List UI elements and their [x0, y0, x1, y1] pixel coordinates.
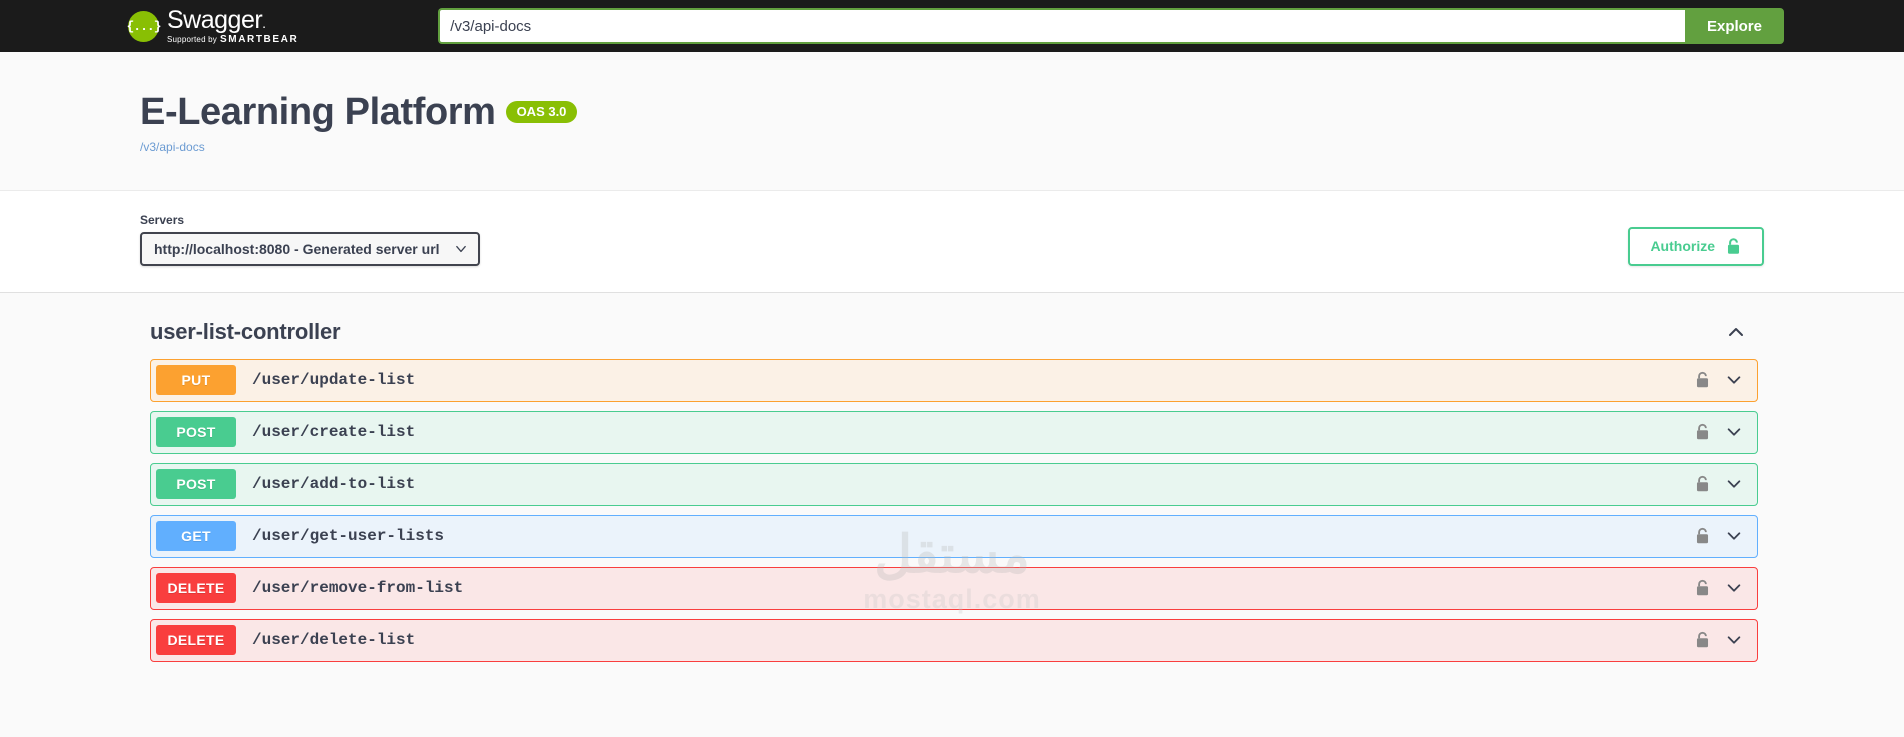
servers-label: Servers [140, 212, 185, 227]
tag-name: user-list-controller [150, 318, 341, 344]
operation-row[interactable]: DELETE /user/delete-list [150, 618, 1758, 662]
chevron-down-icon[interactable] [1725, 579, 1743, 597]
api-info-section: E-Learning Platform OAS 3.0 /v3/api-docs [0, 52, 1904, 190]
operations-section: user-list-controller PUT /user/update-li… [0, 291, 1904, 662]
smartbear-brand: SMARTBEAR [220, 33, 299, 45]
operation-path: /user/add-to-list [252, 475, 416, 494]
unlock-icon[interactable] [1694, 630, 1711, 650]
http-method-badge: POST [156, 417, 236, 448]
operation-row[interactable]: GET /user/get-user-lists [150, 514, 1758, 558]
chevron-down-icon[interactable] [1725, 371, 1743, 389]
operation-path: /user/get-user-lists [252, 527, 445, 546]
operation-path: /user/create-list [252, 423, 416, 442]
http-method-badge: GET [156, 521, 236, 552]
unlock-icon[interactable] [1694, 474, 1711, 494]
http-method-badge: DELETE [156, 573, 236, 604]
explore-button[interactable]: Explore [1684, 8, 1784, 44]
title-row: E-Learning Platform OAS 3.0 [140, 91, 1764, 134]
unlock-icon [1727, 238, 1740, 254]
http-method-badge: PUT [156, 365, 236, 396]
operation-list: PUT /user/update-list POST /user/create-… [140, 358, 1764, 662]
operation-row[interactable]: DELETE /user/remove-from-list [150, 566, 1758, 610]
operation-row[interactable]: POST /user/create-list [150, 410, 1758, 454]
servers-section: Servers http://localhost:8080 - Generate… [0, 189, 1904, 292]
supported-by-line: Supported by SMARTBEAR [167, 33, 299, 45]
swagger-wordmark-text: Swagger [167, 5, 263, 34]
swagger-wordmark: Swagger. [167, 5, 298, 34]
chevron-down-icon[interactable] [1725, 527, 1743, 545]
authorize-button[interactable]: Authorize [1628, 226, 1764, 266]
swagger-logo[interactable]: {...} Swagger. Supported by SMARTBEAR [127, 5, 299, 45]
api-url-form: Explore [438, 8, 1784, 44]
unlock-icon[interactable] [1694, 578, 1711, 598]
unlock-icon[interactable] [1694, 422, 1711, 442]
unlock-icon[interactable] [1694, 526, 1711, 546]
operation-row[interactable]: POST /user/add-to-list [150, 462, 1758, 506]
authorize-label: Authorize [1650, 238, 1715, 255]
chevron-up-icon[interactable] [1726, 322, 1746, 342]
chevron-down-icon[interactable] [1725, 475, 1743, 493]
server-select[interactable]: http://localhost:8080 - Generated server… [140, 231, 480, 266]
api-url-input[interactable] [438, 8, 1685, 44]
page-title: E-Learning Platform [140, 91, 496, 133]
wordmark-dot: . [262, 14, 266, 31]
http-method-badge: DELETE [156, 625, 236, 656]
tag-header-user-list-controller[interactable]: user-list-controller [140, 319, 1764, 359]
top-bar: {...} Swagger. Supported by SMARTBEAR Ex… [0, 0, 1904, 52]
unlock-icon[interactable] [1694, 370, 1711, 390]
operation-path: /user/remove-from-list [252, 579, 464, 598]
oas-version-badge: OAS 3.0 [505, 101, 578, 123]
operation-path: /user/update-list [252, 371, 416, 390]
http-method-badge: POST [156, 469, 236, 500]
supported-by-text: Supported by [167, 34, 217, 44]
operation-path: /user/delete-list [252, 631, 416, 650]
chevron-down-icon[interactable] [1725, 631, 1743, 649]
api-docs-link[interactable]: /v3/api-docs [140, 140, 1764, 154]
swagger-logo-icon: {...} [127, 10, 162, 42]
operation-row[interactable]: PUT /user/update-list [150, 358, 1758, 402]
chevron-down-icon[interactable] [1725, 423, 1743, 441]
